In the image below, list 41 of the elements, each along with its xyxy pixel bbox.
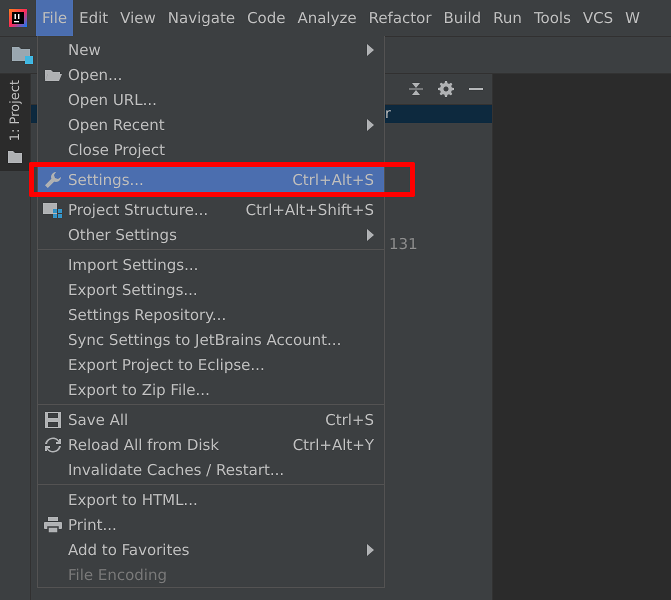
settings-icon[interactable] bbox=[438, 81, 454, 97]
menu-item[interactable]: Open... bbox=[38, 62, 384, 87]
menu-item[interactable]: Export to Zip File... bbox=[38, 377, 384, 402]
menu-bar-item[interactable]: Navigate bbox=[162, 0, 242, 36]
menu-item[interactable]: Close Project bbox=[38, 137, 384, 162]
collapse-all-icon[interactable] bbox=[408, 81, 424, 97]
tree-row-text: 131 bbox=[389, 235, 418, 253]
window-grid-icon bbox=[43, 202, 63, 218]
reload-icon bbox=[45, 436, 61, 452]
wrench-icon bbox=[44, 170, 62, 188]
printer-icon bbox=[44, 516, 62, 532]
menu-item[interactable]: Invalidate Caches / Restart... bbox=[38, 457, 384, 482]
menu-bar-item[interactable]: Run bbox=[487, 0, 528, 36]
menu-item[interactable]: Print... bbox=[38, 512, 384, 537]
menu-bar-item[interactable]: W bbox=[619, 0, 646, 36]
menu-item[interactable]: Open Recent bbox=[38, 112, 384, 137]
menu-item[interactable]: Reload All from Disk Ctrl+Alt+Y bbox=[38, 432, 384, 457]
menu-bar-item[interactable]: Tools bbox=[528, 0, 577, 36]
menu-item[interactable]: Settings Repository... bbox=[38, 302, 384, 327]
menu-item[interactable]: Project Structure... Ctrl+Alt+Shift+S bbox=[38, 197, 384, 222]
menu-item[interactable]: Open URL... bbox=[38, 87, 384, 112]
menu-item[interactable]: Other Settings bbox=[38, 222, 384, 247]
menu-item[interactable]: Save All Ctrl+S bbox=[38, 407, 384, 432]
menu-bar-item[interactable]: Code bbox=[241, 0, 292, 36]
menu-bar-item[interactable]: View bbox=[114, 0, 162, 36]
menu-bar-item[interactable]: VCS bbox=[576, 0, 620, 36]
menu-bar-item[interactable]: Refactor bbox=[362, 0, 438, 36]
menu-bar-item[interactable]: Analyze bbox=[291, 0, 363, 36]
folder-icon bbox=[8, 151, 22, 164]
project-folder-icon[interactable] bbox=[12, 45, 34, 65]
menu-bar-item[interactable]: Build bbox=[438, 0, 488, 36]
menu-bar-item[interactable]: Edit bbox=[73, 0, 114, 36]
menu-item[interactable]: Export Settings... bbox=[38, 277, 384, 302]
menu-item[interactable]: Import Settings... bbox=[38, 252, 384, 277]
menu-item[interactable]: Add to Favorites bbox=[38, 537, 384, 562]
menu-item[interactable]: Export Project to Eclipse... bbox=[38, 352, 384, 377]
menu-item[interactable]: Export to HTML... bbox=[38, 487, 384, 512]
folder-icon bbox=[44, 68, 62, 82]
app-logo-icon[interactable] bbox=[7, 7, 29, 29]
tree-row-text: r bbox=[385, 106, 391, 122]
menu-item[interactable]: Sync Settings to JetBrains Account... bbox=[38, 327, 384, 352]
